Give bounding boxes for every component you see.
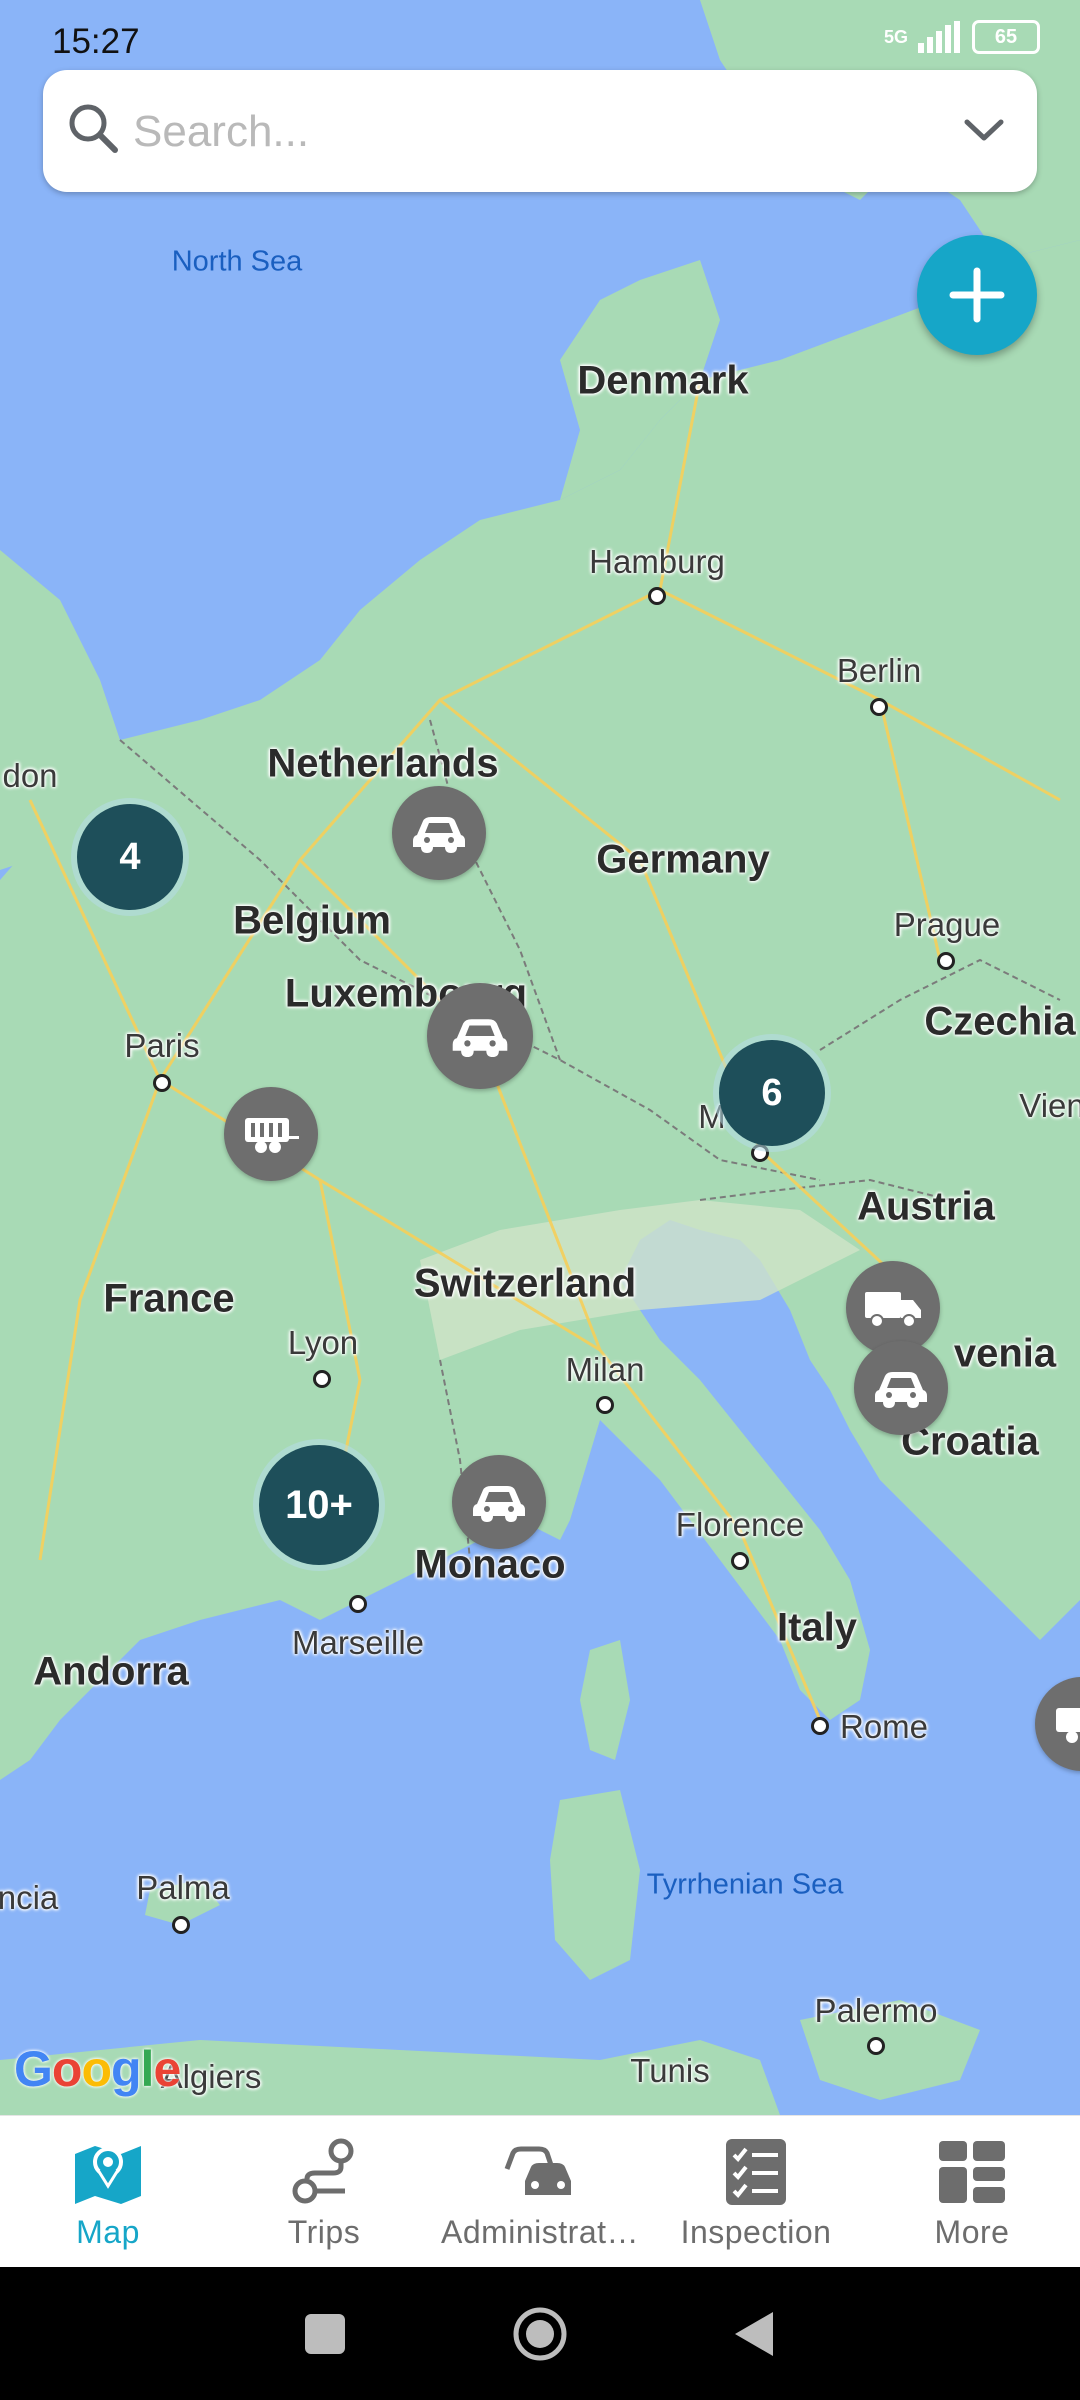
nav-item-inspection[interactable]: Inspection bbox=[648, 2116, 864, 2268]
city-dot bbox=[349, 1595, 367, 1613]
city-label: don bbox=[2, 757, 58, 794]
battery-icon: 65 bbox=[972, 20, 1040, 54]
nav-item-map[interactable]: Map bbox=[0, 2116, 216, 2268]
status-time: 15:27 bbox=[52, 22, 140, 61]
car-marker[interactable] bbox=[427, 983, 533, 1089]
city-label: Paris bbox=[124, 1027, 200, 1064]
nav-item-trips[interactable]: Trips bbox=[216, 2116, 432, 2268]
search-icon bbox=[69, 104, 118, 153]
car-marker[interactable] bbox=[452, 1455, 546, 1549]
city-dot bbox=[648, 587, 666, 605]
sea-label: North Sea bbox=[171, 245, 303, 278]
bottom-navigation: Map Trips Administrat… Inspection More bbox=[0, 2115, 1080, 2268]
trailer-icon bbox=[245, 1118, 299, 1153]
network-type: 5G bbox=[883, 26, 908, 47]
route-icon bbox=[292, 2138, 354, 2204]
country-label: venia bbox=[953, 1331, 1057, 1376]
country-label: Denmark bbox=[577, 358, 749, 403]
city-dot bbox=[596, 1396, 614, 1414]
city-label: Palermo bbox=[814, 1992, 938, 2029]
car-icon bbox=[473, 1486, 525, 1522]
nav-item-administration[interactable]: Administrat… bbox=[432, 2116, 648, 2268]
nav-label: Administrat… bbox=[440, 2214, 640, 2250]
map-view[interactable]: North Sea Tyrrhenian Sea Denmark Netherl… bbox=[0, 0, 1080, 2115]
search-bar[interactable] bbox=[43, 70, 1037, 192]
country-label: France bbox=[103, 1276, 235, 1321]
city-label: Rome bbox=[839, 1708, 929, 1745]
grid-icon bbox=[939, 2141, 1005, 2203]
city-dot bbox=[172, 1916, 190, 1934]
system-navigation-bar bbox=[0, 2267, 1080, 2400]
city-label: Milan bbox=[565, 1351, 645, 1388]
city-label: ncia bbox=[0, 1879, 59, 1916]
back-button[interactable] bbox=[733, 2310, 777, 2358]
status-bar: 15:27 5G 65 bbox=[0, 0, 1080, 80]
trailer-marker[interactable] bbox=[224, 1087, 318, 1181]
city-label: Berlin bbox=[836, 652, 922, 689]
battery-level: 65 bbox=[994, 25, 1018, 48]
map-cluster-marker[interactable]: 4 bbox=[77, 804, 183, 910]
checklist-icon bbox=[726, 2139, 786, 2205]
car-icon bbox=[875, 1372, 927, 1408]
city-label: Hamburg bbox=[589, 543, 725, 580]
country-label: Switzerland bbox=[413, 1261, 637, 1306]
city-label: Prague bbox=[893, 906, 1001, 943]
plus-icon bbox=[949, 267, 1005, 323]
city-dot bbox=[937, 952, 955, 970]
city-label: Florence bbox=[675, 1506, 805, 1543]
country-label: Belgium bbox=[233, 898, 391, 943]
car-icon bbox=[452, 1019, 508, 1057]
status-icons: 5G 65 bbox=[884, 20, 1040, 54]
nav-label: Map bbox=[76, 2214, 140, 2250]
car-marker[interactable] bbox=[392, 786, 486, 880]
city-dot bbox=[751, 1144, 769, 1162]
map-icon bbox=[75, 2146, 141, 2204]
country-label: Netherlands bbox=[267, 741, 499, 786]
country-label: Austria bbox=[857, 1184, 995, 1229]
map-cluster-marker[interactable]: 10+ bbox=[259, 1445, 379, 1565]
trailer-icon bbox=[1056, 1708, 1080, 1743]
map-cluster-marker[interactable]: 6 bbox=[719, 1040, 825, 1146]
country-label: Czechia bbox=[924, 999, 1076, 1044]
nav-item-more[interactable]: More bbox=[864, 2116, 1080, 2268]
city-dot bbox=[731, 1552, 749, 1570]
city-label: Palma bbox=[136, 1869, 230, 1906]
car-icon bbox=[413, 817, 465, 853]
city-dot bbox=[313, 1370, 331, 1388]
country-label: Germany bbox=[596, 837, 770, 882]
city-label: Tunis bbox=[630, 2052, 710, 2089]
add-button[interactable] bbox=[917, 235, 1037, 355]
country-label: Monaco bbox=[414, 1542, 566, 1587]
sea-label: Tyrrhenian Sea bbox=[646, 1868, 844, 1901]
nav-label: Trips bbox=[287, 2214, 361, 2250]
country-label: Andorra bbox=[33, 1649, 189, 1694]
search-input[interactable] bbox=[131, 96, 925, 168]
signal-icon bbox=[918, 21, 960, 53]
chevron-down-icon[interactable] bbox=[959, 106, 1009, 156]
city-dot bbox=[811, 1717, 829, 1735]
city-label: Lyon bbox=[287, 1324, 359, 1361]
nav-label: Inspection bbox=[680, 2214, 832, 2250]
home-button[interactable] bbox=[512, 2306, 568, 2362]
google-attribution: Google bbox=[14, 2041, 181, 2097]
city-label: Marseille bbox=[291, 1624, 425, 1661]
cars-icon bbox=[504, 2146, 571, 2195]
city-dot bbox=[870, 698, 888, 716]
city-label: Vien bbox=[1019, 1087, 1080, 1124]
city-dot bbox=[153, 1074, 171, 1092]
nav-label: More bbox=[934, 2214, 1010, 2250]
truck-icon bbox=[865, 1292, 921, 1328]
city-dot bbox=[867, 2037, 885, 2055]
recents-button[interactable] bbox=[303, 2312, 347, 2356]
car-marker[interactable] bbox=[854, 1341, 948, 1435]
country-label: Italy bbox=[776, 1605, 858, 1650]
